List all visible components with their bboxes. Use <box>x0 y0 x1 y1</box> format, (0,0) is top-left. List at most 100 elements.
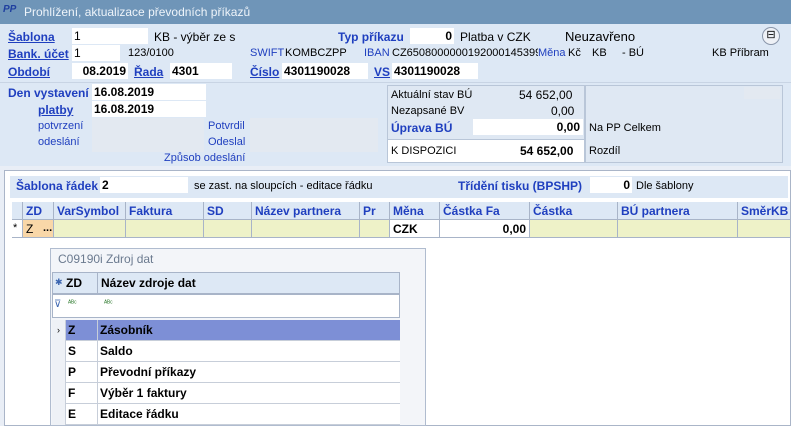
obdobi-label: Období <box>8 65 50 79</box>
napp-label: Na PP Celkem <box>589 122 661 134</box>
cell-faktura[interactable] <box>126 220 204 238</box>
ellipsis-button[interactable]: ... <box>43 222 52 234</box>
sablona-radek-value: 2 <box>102 178 109 192</box>
potvrdil-label: Potvrdil <box>208 120 245 132</box>
title-bar: PP Prohlížení, aktualizace převodních př… <box>0 0 791 24</box>
cell-zd[interactable]: Z ... <box>23 220 54 238</box>
print-icon[interactable]: ⊟ <box>762 27 780 45</box>
oprava-value: 0,00 <box>556 120 580 134</box>
sablona-label: Šablona <box>8 30 55 44</box>
platby-field[interactable]: 16.08.2019 <box>92 101 206 117</box>
cell-smerkb[interactable] <box>738 220 791 238</box>
sablona-radek-field[interactable]: 2 <box>100 177 188 193</box>
popup-item-zasobnik[interactable]: › Z Zásobník <box>52 320 400 341</box>
obdobi-field[interactable]: 08.2019 <box>72 63 128 79</box>
swift-value: KOMBCZPP <box>285 47 347 59</box>
col-nazev-partnera[interactable]: Název partnera <box>252 202 360 220</box>
col-castka-fa[interactable]: Částka Fa <box>440 202 530 220</box>
mena-value: Kč <box>568 47 581 59</box>
grid-corner <box>12 202 23 220</box>
trideni-label: Třídění tisku (BPSHP) <box>458 179 583 193</box>
row-indicator <box>52 362 66 383</box>
cell-bu-partnera[interactable] <box>618 220 738 238</box>
iban-value: CZ6508000000192000145399 <box>392 47 538 59</box>
bank-code: 123/0100 <box>128 47 174 59</box>
filter-icon: ⊽ <box>54 299 62 310</box>
popup-item-prevodni-prikazy[interactable]: P Převodní příkazy <box>52 362 400 383</box>
popup-col-nazev[interactable]: Název zdroje dat <box>101 276 196 290</box>
header-panel: Šablona 1 KB - výběr ze s Typ příkazu 0 … <box>0 24 791 82</box>
vs-value: 4301190028 <box>394 64 461 78</box>
typ-field[interactable]: 0 <box>410 28 454 44</box>
typ-value: 0 <box>445 29 452 43</box>
popup-item-code: E <box>66 404 98 425</box>
kb-value: KB <box>592 47 607 59</box>
potvrzeni-odeslani-box[interactable] <box>92 118 204 152</box>
popup-item-name: Výběr 1 faktury <box>100 386 187 400</box>
den-vystaveni-field[interactable]: 16.08.2019 <box>92 84 206 100</box>
popup-item-name: Převodní příkazy <box>100 365 197 379</box>
potvrdil-odeslal-box[interactable] <box>250 118 378 152</box>
popup-item-code: S <box>66 341 98 362</box>
nezapsane-label: Nezapsané BV <box>391 105 465 117</box>
sablona-field[interactable]: 1 <box>72 28 148 44</box>
cell-pr[interactable] <box>360 220 390 238</box>
bank-field[interactable]: 1 <box>72 45 120 61</box>
col-pr[interactable]: Pr <box>360 202 390 220</box>
oprava-field[interactable]: 0,00 <box>473 119 583 135</box>
iban-label: IBAN <box>364 47 390 59</box>
potvrzeni-label: potvrzení <box>38 120 84 132</box>
cislo-value: 4301190028 <box>284 64 351 78</box>
typ-desc: Platba v CZK <box>460 30 531 44</box>
rada-value: 4301 <box>172 64 199 78</box>
col-faktura[interactable]: Faktura <box>126 202 204 220</box>
popup-header-divider <box>97 273 98 293</box>
cell-sd[interactable] <box>204 220 252 238</box>
rada-field[interactable]: 4301 <box>170 63 232 79</box>
popup-item-name: Editace řádku <box>100 407 179 421</box>
branch-value: KB Příbram <box>712 47 769 59</box>
popup-item-editace-radku[interactable]: E Editace řádku <box>52 404 400 425</box>
cell-castka[interactable] <box>530 220 618 238</box>
typ-label: Typ příkazu <box>338 30 404 44</box>
dispozici-value: 54 652,00 <box>520 144 574 158</box>
bank-label: Bank. účet <box>8 47 69 61</box>
popup-item-name: Zásobník <box>100 323 153 337</box>
summary-top-field <box>744 87 780 99</box>
mena-label: Měna <box>538 47 566 59</box>
dispozici-label: K DISPOZICI <box>391 145 457 157</box>
vs-field[interactable]: 4301190028 <box>392 63 478 79</box>
cell-varsymbol[interactable] <box>54 220 126 238</box>
trideni-desc: Dle šablony <box>636 180 694 192</box>
col-castka[interactable]: Částka <box>530 202 618 220</box>
trideni-field[interactable]: 0 <box>590 177 632 193</box>
col-mena[interactable]: Měna <box>390 202 440 220</box>
platby-label: platby <box>38 103 74 117</box>
odeslal-label: Odeslal <box>208 136 246 148</box>
sablona-radek-desc: se zast. na sloupcích - editace řádku <box>194 180 373 192</box>
den-vystaveni-value: 16.08.2019 <box>94 85 155 99</box>
col-zd[interactable]: ZD <box>23 202 54 220</box>
col-sd[interactable]: SD <box>204 202 252 220</box>
nezapsane-value: 0,00 <box>551 104 575 118</box>
obdobi-value: 08.2019 <box>82 64 126 78</box>
cell-mena[interactable]: CZK <box>390 220 440 238</box>
cell-castka-fa[interactable]: 0,00 <box>440 220 530 238</box>
app-logo-icon: PP <box>3 4 17 15</box>
popup-item-saldo[interactable]: S Saldo <box>52 341 400 362</box>
zpusob-label: Způsob odeslání <box>164 152 246 164</box>
popup-item-code: F <box>66 383 98 404</box>
stav-value: Neuzavřeno <box>565 29 636 44</box>
row-indicator <box>52 341 66 362</box>
cislo-label: Číslo <box>250 65 280 79</box>
cell-nazev-partnera[interactable] <box>252 220 360 238</box>
col-bu-partnera[interactable]: BÚ partnera <box>618 202 738 220</box>
col-smerkb[interactable]: SměrKB <box>738 202 791 220</box>
filter-zd-abc-icon[interactable]: ᴬᴮᶜ <box>68 300 77 307</box>
cislo-field[interactable]: 4301190028 <box>282 63 368 79</box>
trideni-value: 0 <box>623 178 630 192</box>
col-varsymbol[interactable]: VarSymbol <box>54 202 126 220</box>
popup-col-zd[interactable]: ZD <box>66 276 82 290</box>
filter-nazev-abc-icon[interactable]: ᴬᴮᶜ <box>104 300 113 307</box>
popup-item-vyber-faktury[interactable]: F Výběr 1 faktury <box>52 383 400 404</box>
